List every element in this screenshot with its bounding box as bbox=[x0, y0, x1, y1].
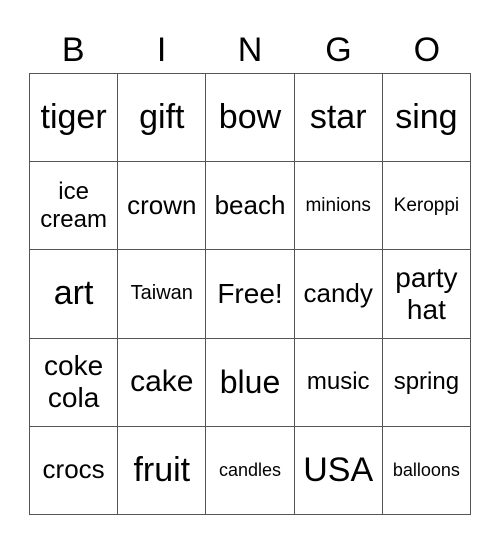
bingo-cell[interactable]: minions bbox=[294, 162, 383, 251]
bingo-cell[interactable]: candles bbox=[206, 426, 295, 515]
bingo-cell[interactable]: blue bbox=[206, 338, 295, 427]
bingo-cell[interactable]: balloons bbox=[382, 426, 471, 515]
bingo-cell[interactable]: spring bbox=[382, 338, 471, 427]
header-letter-b: B bbox=[61, 31, 85, 69]
bingo-cell[interactable]: art bbox=[30, 250, 119, 339]
bingo-cell[interactable]: USA bbox=[294, 426, 383, 515]
header-letter-i: I bbox=[156, 31, 167, 69]
bingo-cell[interactable]: sing bbox=[382, 74, 471, 163]
bingo-cell[interactable]: music bbox=[294, 338, 383, 427]
header-letter-n: N bbox=[237, 31, 263, 69]
bingo-cell[interactable]: bow bbox=[206, 74, 295, 163]
bingo-cell[interactable]: cake bbox=[118, 338, 207, 427]
bingo-grid: tiger gift bow star sing ice cream crown… bbox=[29, 73, 471, 515]
bingo-cell[interactable]: Keroppi bbox=[382, 162, 471, 251]
bingo-cell[interactable]: tiger bbox=[30, 74, 119, 163]
bingo-cell[interactable]: beach bbox=[206, 162, 295, 251]
header-letter-g: G bbox=[325, 31, 352, 69]
bingo-cell[interactable]: fruit bbox=[118, 426, 207, 515]
bingo-cell[interactable]: Taiwan bbox=[118, 250, 207, 339]
bingo-cell[interactable]: star bbox=[294, 74, 383, 163]
header-letter-o: O bbox=[413, 31, 441, 69]
free-space-cell[interactable]: Free! bbox=[206, 250, 295, 339]
bingo-cell[interactable]: crocs bbox=[30, 426, 119, 515]
bingo-cell[interactable]: party hat bbox=[382, 250, 471, 339]
bingo-cell[interactable]: gift bbox=[118, 74, 207, 163]
bingo-cell[interactable]: crown bbox=[118, 162, 207, 251]
bingo-header: B I N G O bbox=[29, 28, 471, 73]
bingo-cell[interactable]: ice cream bbox=[30, 162, 119, 251]
bingo-cell[interactable]: coke cola bbox=[30, 338, 119, 427]
bingo-cell[interactable]: candy bbox=[294, 250, 383, 339]
